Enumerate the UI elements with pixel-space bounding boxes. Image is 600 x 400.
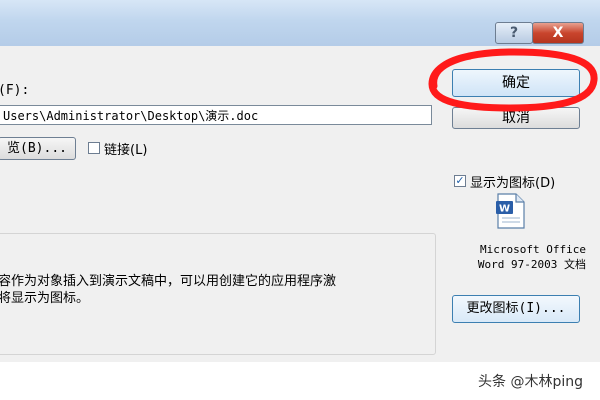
display-as-icon-checkbox[interactable]: ✓	[454, 175, 466, 187]
link-checkbox[interactable]	[88, 142, 100, 154]
ok-button[interactable]: 确定	[452, 69, 580, 97]
display-as-icon-label: 显示为图标(D)	[470, 176, 556, 191]
link-checkbox-label: 链接(L)	[104, 143, 148, 158]
title-bar: ? X	[0, 0, 600, 46]
close-button[interactable]: X	[532, 22, 584, 44]
svg-text:W: W	[499, 204, 510, 215]
file-path-input[interactable]: Users\Administrator\Desktop\演示.doc	[0, 105, 432, 125]
cancel-button[interactable]: 取消	[452, 107, 580, 129]
browse-button[interactable]: 览(B)...	[0, 137, 76, 160]
help-button[interactable]: ?	[495, 22, 533, 44]
icon-caption: Microsoft Office Word 97-2003 文档	[477, 243, 586, 271]
result-description: 容作为对象插入到演示文稿中，可以用创建它的应用程序激 将显示为图标。	[0, 274, 337, 306]
change-icon-button[interactable]: 更改图标(I)...	[452, 295, 580, 323]
insert-object-dialog: ? X (F): Users\Administrator\Desktop\演示.…	[0, 0, 600, 362]
word-document-icon: W	[496, 193, 525, 229]
watermark: 头条 @木林ping	[478, 374, 583, 390]
file-label: (F):	[0, 83, 30, 98]
